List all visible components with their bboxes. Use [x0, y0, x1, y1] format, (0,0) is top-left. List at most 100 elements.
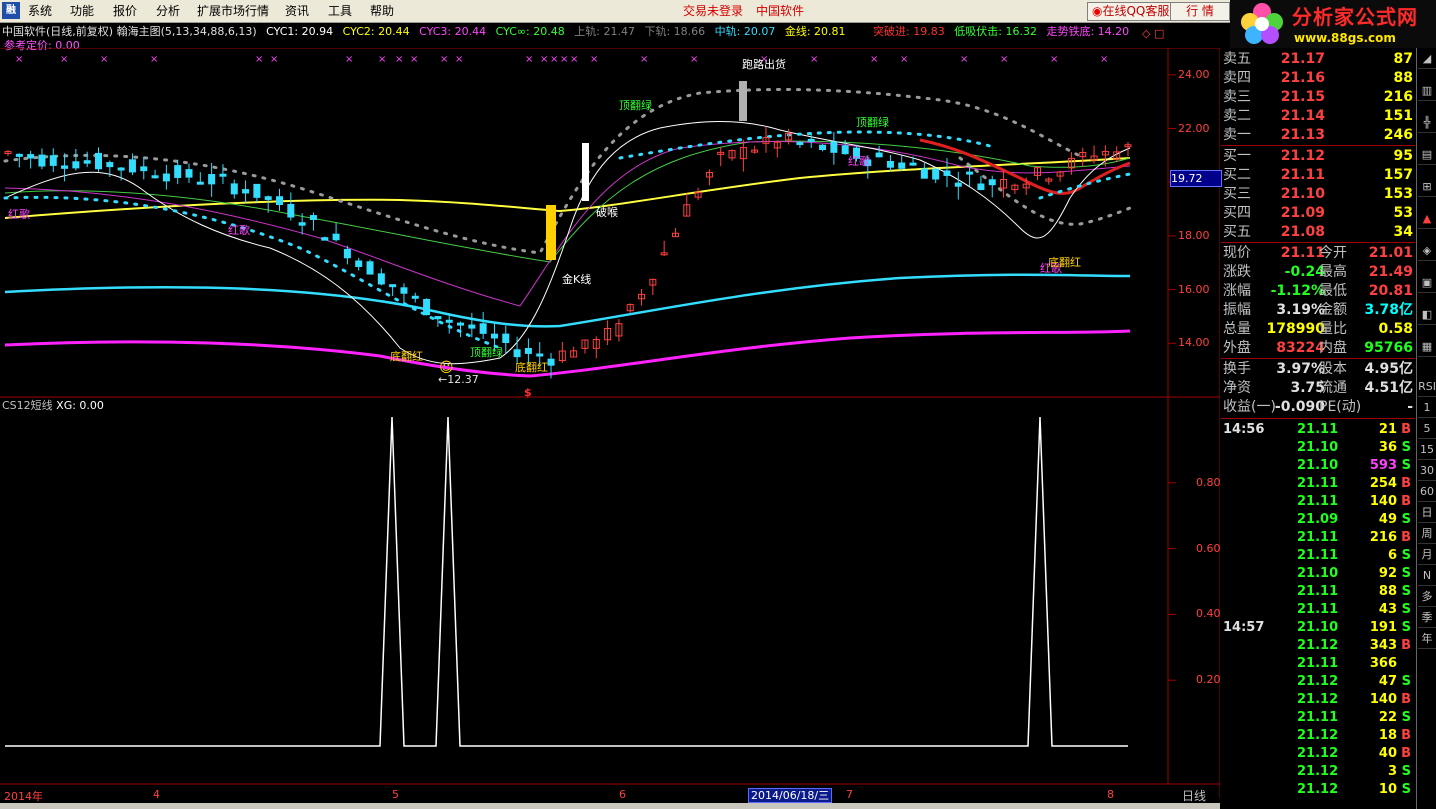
period-button-1[interactable]: 1: [1418, 399, 1436, 418]
signal-x-marker: ×: [590, 54, 598, 65]
login-status[interactable]: 交易未登录: [683, 3, 743, 19]
gold-line-value: 金线: 20.81: [784, 25, 846, 38]
signal-x-marker: ×: [1000, 54, 1008, 65]
up-icon[interactable]: ▲: [1418, 210, 1436, 229]
period-button-6[interactable]: 日: [1418, 504, 1436, 523]
ask-label: 卖二: [1223, 108, 1251, 124]
bid-row: 买四 21.09 53: [1221, 204, 1413, 223]
candle-body: [830, 141, 838, 153]
smiley-icon: ☺: [439, 360, 454, 376]
period-button-9[interactable]: N: [1418, 567, 1436, 586]
tick-price: 21.11: [1297, 476, 1339, 491]
fundamental-label: 流通: [1319, 380, 1347, 396]
fundamental-value: 4.95亿: [1364, 361, 1413, 377]
stat-value: 21.49: [1368, 264, 1413, 280]
tick-price: 21.12: [1297, 692, 1339, 707]
period-button-12[interactable]: 年: [1418, 630, 1436, 649]
candle-body: [72, 161, 80, 169]
menu-analysis[interactable]: 分析: [156, 3, 180, 19]
signal-x-marker: ×: [60, 54, 68, 65]
market-button[interactable]: 行 情: [1170, 2, 1230, 21]
tick-price: 21.12: [1297, 764, 1339, 779]
ask-row: 卖一 21.13 246: [1221, 126, 1413, 145]
trend-bottom-value: 走势铁底: 14.20: [1046, 25, 1130, 38]
period-button-3[interactable]: 15: [1418, 441, 1436, 460]
indicator-y-tick-label: 0.20: [1196, 673, 1221, 687]
chart-icon[interactable]: ◢: [1418, 50, 1436, 69]
diamond-icon[interactable]: ◈: [1418, 242, 1436, 261]
menu-news[interactable]: 资讯: [285, 3, 309, 19]
period-button-10[interactable]: 多: [1418, 588, 1436, 607]
bar-icon[interactable]: ▥: [1418, 82, 1436, 101]
stat-value: 0.58: [1378, 321, 1413, 337]
tick-side: B: [1401, 494, 1411, 509]
period-label[interactable]: 日线: [1182, 787, 1206, 804]
annotation-top-green-2: 顶翻绿: [856, 116, 889, 129]
candle-body: [83, 160, 91, 164]
tick-side: S: [1401, 674, 1411, 689]
period-button-2[interactable]: 5: [1418, 420, 1436, 439]
tick-side: B: [1401, 530, 1411, 545]
signal-x-marker: ×: [410, 54, 418, 65]
tick-side: B: [1401, 692, 1411, 707]
tick-volume: 343: [1369, 638, 1397, 653]
menu-tools[interactable]: 工具: [328, 3, 352, 19]
period-button-7[interactable]: 周: [1418, 525, 1436, 544]
tick-row: 14:56 21.11 21 B: [1221, 421, 1413, 439]
period-button-11[interactable]: 季: [1418, 609, 1436, 628]
candle-body: [27, 154, 35, 159]
signal-x-marker: ×: [570, 54, 578, 65]
bid-price: 21.12: [1280, 148, 1325, 164]
period-button-4[interactable]: 30: [1418, 462, 1436, 481]
qq-support-button[interactable]: ◉在线QQ客服: [1087, 2, 1175, 21]
stat-row: 振幅 3.19% 金额 3.78亿: [1221, 301, 1413, 320]
half-icon[interactable]: ◧: [1418, 306, 1436, 325]
tick-row: 21.11 22 S: [1221, 709, 1413, 727]
upper-band-value: 上轨: 21.47: [574, 25, 635, 38]
candle-body: [219, 173, 227, 177]
tick-volume: 88: [1378, 584, 1397, 599]
period-button-8[interactable]: 月: [1418, 546, 1436, 565]
tick-price: 21.11: [1297, 656, 1339, 671]
box-icon[interactable]: ▣: [1418, 274, 1436, 293]
bid-row: 买二 21.11 157: [1221, 166, 1413, 185]
cross-icon[interactable]: ╬: [1418, 114, 1436, 133]
tick-price: 21.12: [1297, 638, 1339, 653]
annotation-sell: 跑路出货: [742, 58, 786, 71]
crosshair-price-marker: 19.72: [1170, 170, 1222, 187]
annotation-top-green-1: 顶翻绿: [619, 99, 652, 112]
candle-body: [61, 165, 69, 169]
signal-x-marker: ×: [870, 54, 878, 65]
grid-icon[interactable]: ⊞: [1418, 178, 1436, 197]
candle-body: [389, 284, 397, 288]
candle-body: [513, 349, 521, 358]
chart-window-controls-icon[interactable]: ◇ □: [1142, 27, 1164, 40]
menu-quote[interactable]: 报价: [113, 3, 137, 19]
menu-extended-market[interactable]: 扩展市场行情: [197, 3, 269, 19]
candle-body: [15, 153, 23, 157]
tick-row: 21.11 366: [1221, 655, 1413, 673]
bottom-tab-strip[interactable]: [0, 803, 1220, 809]
tick-row: 21.12 40 B: [1221, 745, 1413, 763]
period-button-0[interactable]: RSI: [1418, 378, 1436, 397]
tick-price: 21.10: [1297, 440, 1339, 455]
quote-panel: 卖五 21.17 87 卖四 21.16 88 卖三 21.15 216 卖二 21.14 151 卖一…: [1221, 48, 1415, 809]
menu-help[interactable]: 帮助: [370, 3, 394, 19]
x-label-apr: 4: [153, 788, 160, 801]
menu-function[interactable]: 功能: [70, 3, 94, 19]
list-icon[interactable]: ▤: [1418, 146, 1436, 165]
candle-body: [174, 165, 182, 178]
app-logo-icon[interactable]: 融: [2, 2, 20, 19]
lower-band-line: [4, 329, 1131, 378]
candle-body: [117, 167, 125, 171]
table-icon[interactable]: ▦: [1418, 338, 1436, 357]
bid-price: 21.11: [1280, 167, 1325, 183]
candle-body: [423, 298, 431, 316]
period-button-5[interactable]: 60: [1418, 483, 1436, 502]
candle-body: [264, 196, 272, 200]
chart-area[interactable]: × × × × × × × × × × × × × × × × × × × × × × × × × × × ×: [0, 48, 1220, 798]
x-label-jul: 7: [846, 788, 853, 801]
menu-system[interactable]: 系统: [28, 3, 52, 19]
candle-body: [807, 138, 815, 142]
ask-label: 卖四: [1223, 70, 1251, 86]
